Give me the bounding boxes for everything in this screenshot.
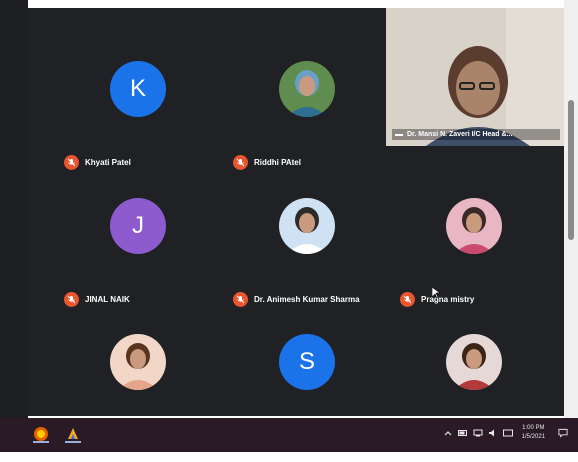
participant-name: Dr. Animesh Kumar Sharma — [254, 295, 360, 304]
participant-tile[interactable]: Dr. Animesh Kumar Sharma — [223, 180, 393, 315]
participant-tile[interactable]: K Khyati Patel — [54, 43, 224, 178]
mic-muted-icon — [233, 292, 248, 307]
avatar-initial: J — [132, 212, 144, 239]
avatar — [279, 198, 335, 254]
chat-bubble-icon[interactable] — [558, 428, 568, 438]
avatar: K — [110, 61, 166, 117]
avatar: J — [110, 198, 166, 254]
mic-muted-icon — [233, 155, 248, 170]
participant-tile[interactable]: Pragna mistry — [390, 180, 560, 315]
mic-muted-icon — [64, 155, 79, 170]
battery-icon[interactable] — [457, 429, 468, 437]
participant-tile[interactable]: Ssubhashree behera — [223, 316, 393, 416]
avatar — [446, 334, 502, 390]
bottom-edge — [0, 452, 578, 462]
self-view-tile[interactable]: Dr. Mansi N. Zaveri I/C Head &... — [386, 8, 564, 146]
avatar — [110, 334, 166, 390]
participant-name: Khyati Patel — [85, 158, 131, 167]
avatar — [446, 198, 502, 254]
clock-date: 1/5/2021 — [521, 434, 545, 440]
participant-name: JINAL NAIK — [85, 295, 130, 304]
participant-name-row: JINAL NAIK — [64, 292, 130, 307]
participant-tile[interactable]: kinjal patel — [390, 316, 560, 416]
taskbar: 1:00 PM 1/5/2021 — [0, 418, 578, 452]
participant-tile[interactable]: swetahbhatt1986 Swetahbhatt — [54, 316, 224, 416]
language-icon[interactable] — [502, 429, 513, 437]
speaker-icon[interactable] — [488, 429, 498, 437]
avatar-initial: K — [129, 75, 146, 102]
system-tray: 1:00 PM 1/5/2021 — [443, 424, 568, 442]
right-edge — [564, 0, 578, 418]
clock-time: 1:00 PM — [522, 425, 545, 431]
taskbar-clock[interactable]: 1:00 PM 1/5/2021 — [522, 424, 545, 442]
participant-name-row: Dr. Animesh Kumar Sharma — [233, 292, 360, 307]
meeting-grid: K Khyati Patel Riddhi PAtel J JINAL NAIK Dr. … — [28, 8, 564, 416]
participant-name-row: Khyati Patel — [64, 155, 131, 170]
pin-indicator-icon — [395, 133, 403, 136]
mic-muted-icon — [64, 292, 79, 307]
participant-name: Riddhi PAtel — [254, 158, 301, 167]
participant-tile[interactable]: Riddhi PAtel — [223, 43, 393, 178]
avatar: S — [279, 334, 335, 390]
chevron-up-icon[interactable] — [443, 429, 453, 437]
avatar — [279, 61, 335, 117]
participant-name: Pragna mistry — [421, 295, 475, 304]
self-view-video — [386, 8, 564, 146]
left-edge — [0, 0, 28, 418]
avatar-initial: S — [298, 348, 315, 375]
mic-muted-icon — [400, 292, 415, 307]
self-view-name: Dr. Mansi N. Zaveri I/C Head &... — [392, 129, 560, 140]
participant-tile[interactable]: J JINAL NAIK — [54, 180, 224, 315]
network-icon[interactable] — [473, 429, 483, 437]
firefox-icon[interactable] — [30, 423, 52, 445]
scrollbar[interactable] — [568, 100, 574, 240]
screen: K Khyati Patel Riddhi PAtel J JINAL NAIK Dr. … — [0, 0, 578, 462]
media-player-icon[interactable] — [62, 423, 84, 445]
participant-name-row: Riddhi PAtel — [233, 155, 301, 170]
